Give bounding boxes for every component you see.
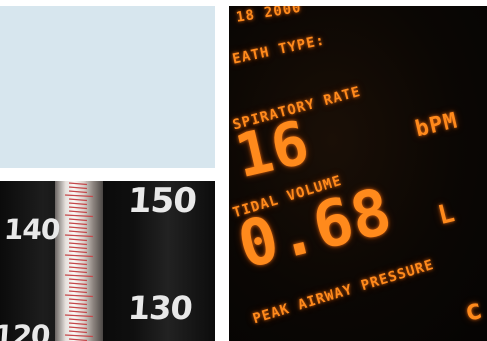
ventilator-monitor-photo: 18 2000 EATH TYPE: SPIRATORY RATE 16 bPM… [229, 6, 487, 341]
mercury-tick [68, 278, 88, 282]
mercury-tick [64, 294, 94, 298]
mercury-tick [64, 334, 94, 338]
breath-type-label: EATH TYPE: [231, 32, 327, 68]
mercury-tick [68, 218, 88, 222]
mercury-tick [64, 254, 94, 258]
peak-pressure-unit-partial: c [461, 291, 487, 329]
mercury-tick [68, 322, 88, 326]
mercury-tick [68, 206, 88, 210]
mercury-tick [64, 194, 94, 198]
mercury-tick [68, 246, 88, 250]
mercury-tick [68, 326, 88, 330]
mercury-tick [68, 210, 88, 214]
gauge-label-150: 150 [126, 181, 198, 221]
mercury-tick [68, 318, 88, 322]
mercury-tick [68, 222, 88, 226]
mercury-tick [68, 226, 88, 230]
mercury-tick [68, 186, 88, 190]
mercury-tick [64, 314, 94, 318]
tidal-volume-unit: L [435, 197, 459, 232]
mercury-tick [68, 306, 88, 310]
mercury-tick [68, 286, 88, 290]
mercury-tick [68, 310, 88, 314]
mercury-tick [64, 234, 94, 238]
mercury-tick [68, 290, 88, 294]
gauge-label-130: 130 [126, 289, 194, 327]
mercury-tick [68, 298, 88, 302]
mercury-tick [68, 182, 88, 186]
mercury-tick [68, 302, 88, 306]
mercury-tick [68, 190, 88, 194]
gauge-label-120: 120 [0, 319, 51, 341]
respiratory-rate-value: 16 [229, 107, 316, 193]
mercury-tick [68, 230, 88, 234]
mercury-tick [68, 198, 88, 202]
mercury-tick [64, 214, 94, 218]
tidal-volume-value: 0.68 [231, 174, 399, 284]
mercury-tick [68, 202, 88, 206]
mercury-tick [68, 238, 88, 242]
mercury-tick [68, 282, 88, 286]
mercury-scale-ticks [64, 181, 94, 341]
mercury-tick [68, 242, 88, 246]
mercury-tick [64, 274, 94, 278]
mercury-tube [55, 181, 103, 341]
mercury-tick [68, 262, 88, 266]
blue-photo-panel [0, 6, 215, 168]
mercury-tick [68, 250, 88, 254]
mercury-tick [68, 338, 88, 341]
mercury-tick [68, 266, 88, 270]
respiratory-rate-unit: bPM [413, 108, 461, 143]
monitor-date: 18 2000 [235, 6, 303, 26]
mercury-tick [68, 330, 88, 334]
gauge-label-140: 140 [2, 213, 61, 246]
blood-pressure-gauge-photo: 150 140 130 120 [0, 181, 215, 341]
mercury-tick [68, 258, 88, 262]
mercury-tick [68, 270, 88, 274]
